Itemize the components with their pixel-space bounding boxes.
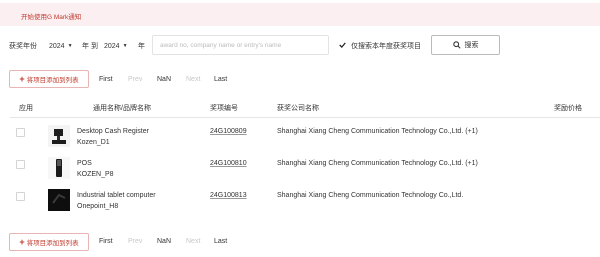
company-name: Shanghai Xiang Cheng Communication Techn… xyxy=(277,128,478,135)
search-icon xyxy=(452,41,461,49)
add-to-list-button[interactable]: + 将项目添加到列表 xyxy=(9,70,89,88)
product-generic-name: POS xyxy=(77,160,92,167)
pagination-first[interactable]: First xyxy=(99,76,113,83)
pagination-prev[interactable]: Prev xyxy=(128,76,142,83)
pagination-next[interactable]: Next xyxy=(186,76,200,83)
award-number-link[interactable]: 24G100810 xyxy=(210,160,247,167)
only-current-checkbox[interactable] xyxy=(339,41,346,48)
product-thumbnail xyxy=(48,125,70,147)
pagination-last[interactable]: Last xyxy=(214,238,227,245)
product-thumbnail xyxy=(48,189,70,211)
product-brand-name: Kozen_D1 xyxy=(77,139,110,146)
row-checkbox[interactable] xyxy=(16,192,25,201)
year-label: 获奖年份 xyxy=(9,43,37,50)
table-row: Desktop Cash Register Kozen_D1 24G100809… xyxy=(0,125,600,157)
filter-bar: 获奖年份 2024 ▼ 年 到 2024 ▼ 年 仅搜索本年度获奖项目 搜索 xyxy=(0,34,600,58)
to-label: 年 到 xyxy=(82,43,98,50)
product-generic-name: Industrial tablet computer xyxy=(77,192,156,199)
pagination-last[interactable]: Last xyxy=(214,76,227,83)
from-year-value: 2024 xyxy=(49,42,65,50)
checkmark-icon xyxy=(339,41,346,48)
award-number-link[interactable]: 24G100813 xyxy=(210,192,247,199)
col-header-award-no: 奖项编号 xyxy=(210,105,238,112)
col-header-name: 通用名称/品牌名称 xyxy=(93,105,151,112)
pagination-current[interactable]: NaN xyxy=(157,238,171,245)
add-to-list-button-bottom[interactable]: + 将项目添加到列表 xyxy=(9,233,89,251)
award-number-link[interactable]: 24G100809 xyxy=(210,128,247,135)
search-button-label: 搜索 xyxy=(464,42,479,49)
pagination-first[interactable]: First xyxy=(99,238,113,245)
search-input[interactable] xyxy=(152,35,329,55)
product-name: Industrial tablet computer Onepoint_H8 xyxy=(77,190,156,212)
search-button[interactable]: 搜索 xyxy=(431,35,500,55)
pagination-prev[interactable]: Prev xyxy=(128,238,142,245)
row-checkbox[interactable] xyxy=(16,128,25,137)
product-brand-name: Onepoint_H8 xyxy=(77,203,119,210)
col-header-company: 获奖公司名称 xyxy=(277,105,319,112)
from-year-select[interactable]: 2024 ▼ xyxy=(49,38,73,54)
caret-down-icon: ▼ xyxy=(122,43,128,49)
plus-icon: + xyxy=(19,236,25,247)
notice-banner[interactable]: 开始使用G Mark通知 xyxy=(0,3,600,26)
product-name: POS KOZEN_P8 xyxy=(77,158,114,180)
company-name: Shanghai Xiang Cheng Communication Techn… xyxy=(277,192,464,199)
add-to-list-label: 将项目添加到列表 xyxy=(26,77,79,84)
caret-down-icon: ▼ xyxy=(67,43,73,49)
table-row: Industrial tablet computer Onepoint_H8 2… xyxy=(0,189,600,221)
add-to-list-label: 将项目添加到列表 xyxy=(26,240,79,247)
company-name: Shanghai Xiang Cheng Communication Techn… xyxy=(277,160,478,167)
table-row: POS KOZEN_P8 24G100810 Shanghai Xiang Ch… xyxy=(0,157,600,189)
product-brand-name: KOZEN_P8 xyxy=(77,171,114,178)
to-year-value: 2024 xyxy=(104,42,120,50)
year-suffix: 年 xyxy=(138,43,145,50)
pagination-next[interactable]: Next xyxy=(186,238,200,245)
product-generic-name: Desktop Cash Register xyxy=(77,128,149,135)
product-name: Desktop Cash Register Kozen_D1 xyxy=(77,126,149,148)
row-checkbox[interactable] xyxy=(16,160,25,169)
to-year-select[interactable]: 2024 ▼ xyxy=(104,38,128,54)
header-divider xyxy=(10,117,600,118)
col-header-apply: 应用 xyxy=(19,105,33,112)
only-current-label: 仅搜索本年度获奖项目 xyxy=(351,43,421,50)
plus-icon: + xyxy=(19,73,25,84)
pagination-current[interactable]: NaN xyxy=(157,76,171,83)
notice-text[interactable]: 开始使用G Mark通知 xyxy=(21,14,81,21)
product-thumbnail xyxy=(48,157,70,179)
col-header-price: 奖励价格 xyxy=(554,105,582,112)
